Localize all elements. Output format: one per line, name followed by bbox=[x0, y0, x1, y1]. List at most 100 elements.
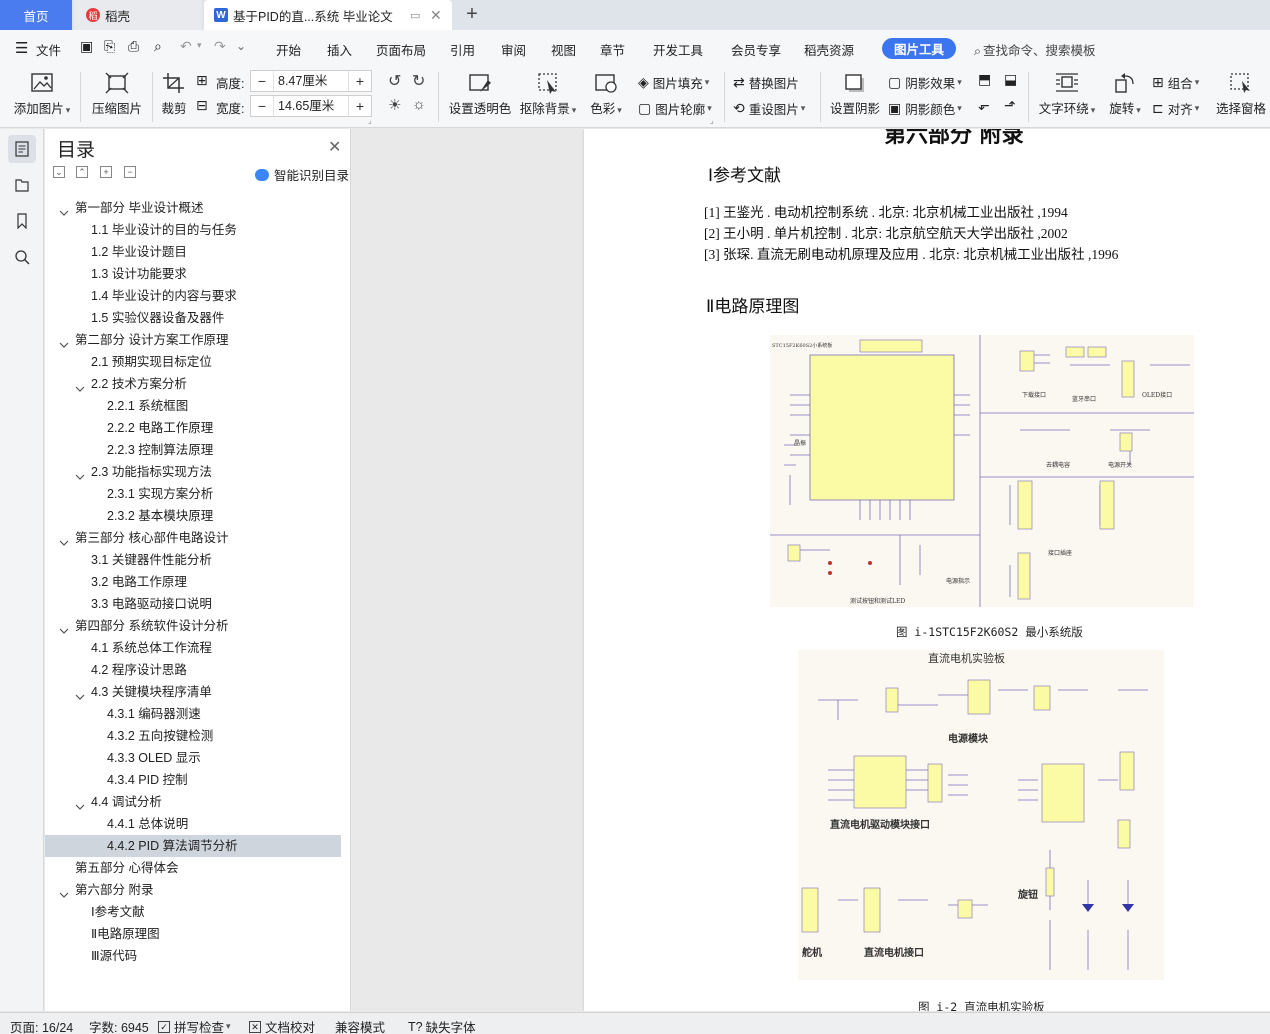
menu-start[interactable]: 开始 bbox=[276, 40, 301, 59]
toc-item[interactable]: 1.5 实验仪器设备及器件 bbox=[45, 307, 341, 329]
toc-item[interactable]: 2.2 技术方案分析 bbox=[45, 373, 341, 395]
toc-item[interactable]: 4.4.2 PID 算法调节分析 bbox=[45, 835, 341, 857]
menu-page-layout[interactable]: 页面布局 bbox=[376, 40, 426, 59]
menu-docer-resources[interactable]: 稻壳资源 bbox=[804, 40, 854, 59]
toc-item[interactable]: 3.2 电路工作原理 bbox=[45, 571, 341, 593]
shadow-nudge-right-icon[interactable]: ⬏ bbox=[1004, 97, 1016, 114]
tab-pin-icon[interactable]: ▭ bbox=[410, 9, 420, 22]
menu-picture-tools[interactable]: 图片工具 bbox=[882, 38, 956, 59]
set-shadow-button[interactable]: 设置阴影 bbox=[828, 72, 882, 117]
collapse-chevron-icon[interactable] bbox=[59, 885, 69, 898]
toc-item[interactable]: 4.3.2 五向按键检测 bbox=[45, 725, 341, 747]
toc-item[interactable]: 1.2 毕业设计题目 bbox=[45, 241, 341, 263]
toc-item[interactable]: 4.3 关键模块程序清单 bbox=[45, 681, 341, 703]
toc-collapse-all-icon[interactable]: ⌃ bbox=[76, 166, 88, 178]
replace-picture-button[interactable]: ⇄ 替换图片 bbox=[733, 73, 799, 92]
collapse-chevron-icon[interactable] bbox=[75, 687, 85, 700]
menu-chapter[interactable]: 章节 bbox=[600, 40, 625, 59]
missing-font-button[interactable]: T? 缺失字体 bbox=[408, 1017, 476, 1034]
smart-toc-button[interactable]: 智能识别目录 bbox=[255, 165, 349, 184]
save-icon[interactable]: ▣ bbox=[80, 38, 93, 55]
document-canvas[interactable]: 第六部分 附录 Ⅰ参考文献 [1] 王鉴光 . 电动机控制系统 . 北京: 北京… bbox=[352, 129, 1270, 1011]
command-search[interactable]: ⌕ 查找命令、搜索模板 bbox=[974, 40, 1096, 59]
toc-item[interactable]: Ⅲ源代码 bbox=[45, 945, 341, 967]
toc-item[interactable]: 2.3.2 基本模块原理 bbox=[45, 505, 341, 527]
toc-item[interactable]: 4.3.4 PID 控制 bbox=[45, 769, 341, 791]
toc-item[interactable]: 1.1 毕业设计的目的与任务 bbox=[45, 219, 341, 241]
toc-remove-item-icon[interactable]: − bbox=[124, 166, 136, 178]
rotate-right-icon[interactable]: ↻ bbox=[412, 71, 425, 91]
collapse-chevron-icon[interactable] bbox=[59, 203, 69, 216]
crop-button[interactable]: 裁剪 bbox=[158, 72, 190, 117]
toc-add-item-icon[interactable]: + bbox=[100, 166, 112, 178]
collapse-chevron-icon[interactable] bbox=[59, 533, 69, 546]
rotate-left-icon[interactable]: ↺ bbox=[388, 71, 401, 91]
toc-expand-all-icon[interactable]: ⌄ bbox=[53, 166, 65, 178]
menu-member[interactable]: 会员专享 bbox=[731, 40, 781, 59]
collapse-chevron-icon[interactable] bbox=[75, 379, 85, 392]
compress-picture-button[interactable]: 压缩图片 bbox=[90, 72, 144, 117]
contrast-icon[interactable]: ☼ bbox=[412, 96, 426, 113]
height-input[interactable]: 8.47厘米 bbox=[273, 71, 349, 91]
menu-review[interactable]: 审阅 bbox=[501, 40, 526, 59]
menu-references[interactable]: 引用 bbox=[450, 40, 475, 59]
width-stepper[interactable]: − 14.65厘米 + bbox=[250, 95, 372, 117]
toc-item[interactable]: 2.2.1 系统框图 bbox=[45, 395, 341, 417]
group-button[interactable]: ⊞ 组合 ▾ bbox=[1152, 73, 1199, 92]
toc-item[interactable]: 第六部分 附录 bbox=[45, 879, 341, 901]
toc-item[interactable]: 3.1 关键器件性能分析 bbox=[45, 549, 341, 571]
spell-check-button[interactable]: ✓ 拼写检查 ▾ bbox=[158, 1017, 231, 1034]
text-wrap-button[interactable]: 文字环绕 ▾ bbox=[1036, 72, 1098, 117]
size-dialog-launcher-icon[interactable]: ⌟ bbox=[368, 116, 372, 125]
undo-dropdown-icon[interactable]: ▾ bbox=[197, 40, 202, 51]
reset-picture-button[interactable]: ⟲ 重设图片 ▾ bbox=[733, 99, 805, 118]
collapse-chevron-icon[interactable] bbox=[59, 335, 69, 348]
menu-file[interactable]: 文件 bbox=[36, 40, 61, 59]
height-increase-button[interactable]: + bbox=[349, 73, 371, 89]
toc-item[interactable]: 第五部分 心得体会 bbox=[45, 857, 341, 879]
toc-item[interactable]: 3.3 电路驱动接口说明 bbox=[45, 593, 341, 615]
style-dialog-launcher-icon[interactable]: ⌟ bbox=[710, 116, 714, 125]
undo-icon[interactable]: ↶ bbox=[180, 38, 192, 55]
width-input[interactable]: 14.65厘米 bbox=[273, 96, 349, 116]
picture-fill-button[interactable]: ◈ 图片填充 ▾ bbox=[638, 73, 709, 92]
toc-item[interactable]: 2.3 功能指标实现方法 bbox=[45, 461, 341, 483]
tab-docer[interactable]: 稻 稻壳 bbox=[74, 0, 202, 30]
shadow-effect-button[interactable]: ▢ 阴影效果 ▾ bbox=[888, 73, 962, 92]
tab-home[interactable]: 首页 bbox=[0, 0, 72, 30]
remove-background-button[interactable]: 抠除背景 ▾ bbox=[518, 72, 578, 117]
print-icon[interactable]: ⎙ bbox=[128, 38, 139, 55]
shadow-nudge-left-icon[interactable]: ⬐ bbox=[978, 97, 990, 114]
align-button[interactable]: ⊏ 对齐 ▾ bbox=[1152, 99, 1199, 118]
toc-close-icon[interactable]: ✕ bbox=[328, 137, 341, 157]
menu-developer[interactable]: 开发工具 bbox=[653, 40, 703, 59]
toc-item[interactable]: 2.2.3 控制算法原理 bbox=[45, 439, 341, 461]
menu-hamburger-icon[interactable]: ☰ bbox=[15, 39, 28, 57]
toc-item[interactable]: 2.1 预期实现目标定位 bbox=[45, 351, 341, 373]
toc-item[interactable]: 4.1 系统总体工作流程 bbox=[45, 637, 341, 659]
tab-document[interactable]: W 基于PID的直...系统 毕业论文 ▭ ✕ bbox=[204, 0, 452, 30]
figure-dc-motor-board[interactable]: 直流电机实验板 电源模块 直流电机驱动模块接口 舵机 直流电机接口 旋钮 bbox=[798, 650, 1164, 980]
shadow-color-button[interactable]: ▣ 阴影颜色 ▾ bbox=[888, 99, 962, 118]
height-decrease-button[interactable]: − bbox=[251, 73, 273, 89]
chapter-nav-icon[interactable] bbox=[8, 171, 36, 199]
toc-item[interactable]: 第四部分 系统软件设计分析 bbox=[45, 615, 341, 637]
width-decrease-button[interactable]: − bbox=[251, 98, 273, 114]
set-transparent-color-button[interactable]: 设置透明色 bbox=[448, 72, 512, 117]
quick-access-more-icon[interactable]: ⌄ bbox=[236, 39, 246, 53]
toc-item[interactable]: 第三部分 核心部件电路设计 bbox=[45, 527, 341, 549]
redo-icon[interactable]: ↷ bbox=[214, 38, 226, 55]
selection-pane-button[interactable]: 选择窗格 bbox=[1214, 72, 1268, 117]
toc-item[interactable]: 4.3.3 OLED 显示 bbox=[45, 747, 341, 769]
menu-insert[interactable]: 插入 bbox=[327, 40, 352, 59]
shadow-nudge-up-icon[interactable]: ⬒ bbox=[978, 71, 991, 88]
toc-item[interactable]: 1.3 设计功能要求 bbox=[45, 263, 341, 285]
print-preview-icon[interactable]: ⌕ bbox=[154, 38, 162, 55]
find-icon[interactable] bbox=[8, 243, 36, 271]
toc-item[interactable]: 2.2.2 电路工作原理 bbox=[45, 417, 341, 439]
toc-item[interactable]: Ⅰ参考文献 bbox=[45, 901, 341, 923]
bookmark-icon[interactable] bbox=[8, 207, 36, 235]
toc-item[interactable]: 4.3.1 编码器测速 bbox=[45, 703, 341, 725]
proofread-button[interactable]: ✕ 文档校对 bbox=[249, 1017, 315, 1034]
picture-outline-button[interactable]: ▢ 图片轮廓 ▾ bbox=[638, 99, 712, 118]
